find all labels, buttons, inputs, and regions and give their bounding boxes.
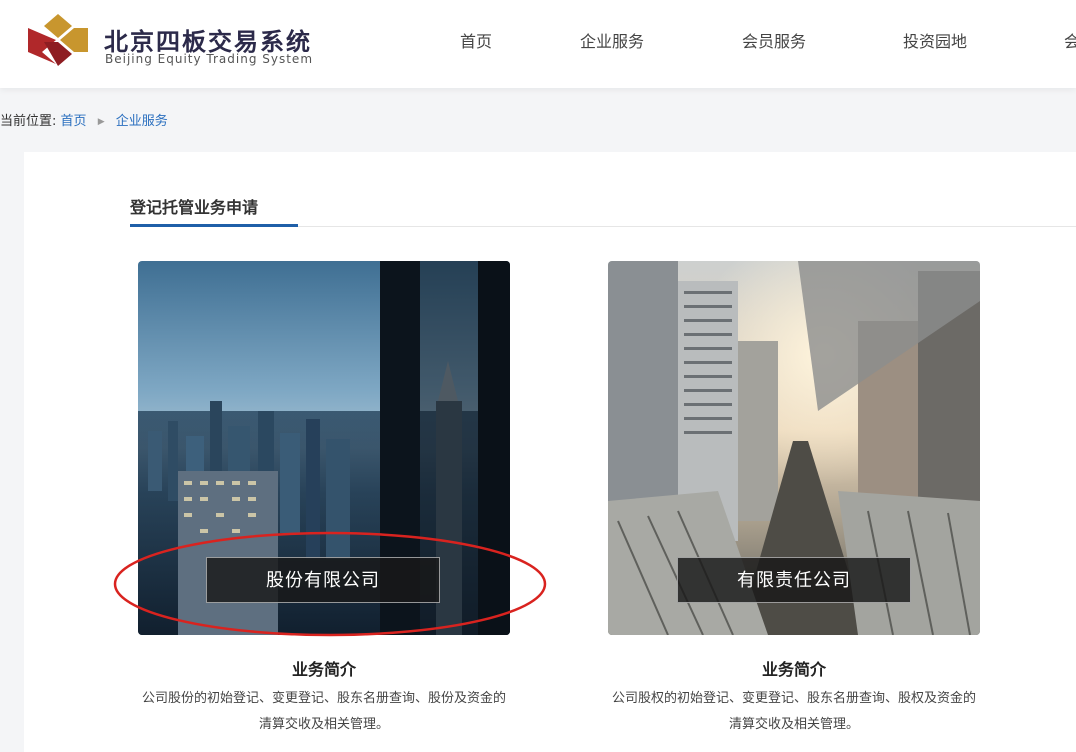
brand-subtitle: Beijing Equity Trading System <box>105 52 314 66</box>
logo-icon[interactable] <box>26 12 90 68</box>
card-label[interactable]: 有限责任公司 <box>677 557 911 603</box>
nav-enterprise-services[interactable]: 企业服务 <box>580 28 644 52</box>
section-divider <box>298 226 1076 227</box>
section-title-underline <box>130 224 298 227</box>
site-header: 北京四板交易系统 Beijing Equity Trading System 首… <box>0 0 1076 88</box>
breadcrumb-enterprise-link[interactable]: 企业服务 <box>116 114 168 129</box>
section-title[interactable]: 登记托管业务申请 <box>130 194 258 218</box>
nav-member-partial[interactable]: 会 <box>1064 28 1076 52</box>
card2-intro-title: 业务简介 <box>761 660 826 679</box>
breadcrumb: 当前位置: 首页 ▶ 企业服务 <box>0 110 168 129</box>
nav-member-services[interactable]: 会员服务 <box>742 28 806 52</box>
nav-home[interactable]: 首页 <box>460 28 492 52</box>
breadcrumb-prefix: 当前位置: <box>0 114 57 129</box>
card1-intro-desc: 公司股份的初始登记、变更登记、股东名册查询、股份及资金的清算交收及相关管理。 <box>141 691 506 732</box>
card-limited-liability-company[interactable]: 有限责任公司 <box>608 261 980 635</box>
breadcrumb-separator-icon: ▶ <box>97 117 105 127</box>
card-label[interactable]: 股份有限公司 <box>206 557 440 603</box>
breadcrumb-home-link[interactable]: 首页 <box>61 114 87 129</box>
card1-intro-title: 业务简介 <box>291 660 356 679</box>
nav-investment-garden[interactable]: 投资园地 <box>903 28 967 52</box>
card2-intro-desc: 公司股权的初始登记、变更登记、股东名册查询、股权及资金的清算交收及相关管理。 <box>611 691 976 732</box>
card-joint-stock-company[interactable]: 股份有限公司 <box>138 261 510 635</box>
